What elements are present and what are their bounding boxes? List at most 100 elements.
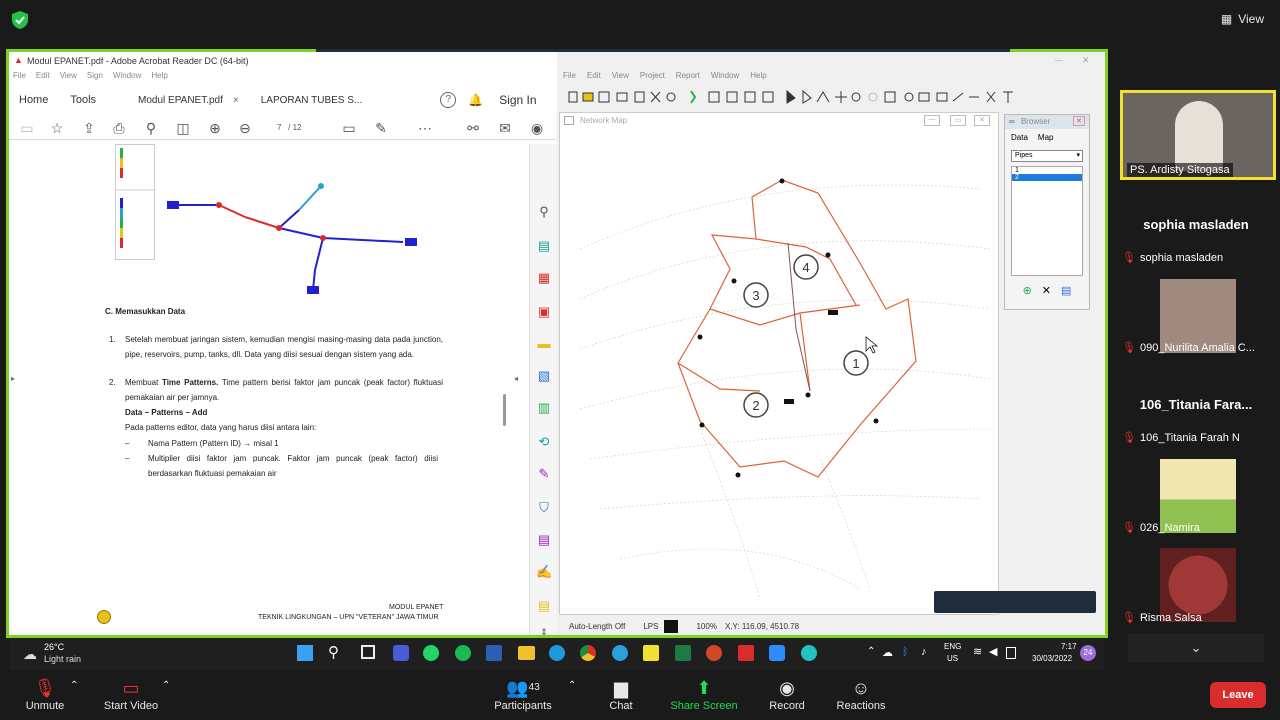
- page-up-icon[interactable]: ⊕: [207, 120, 223, 136]
- microphone-tray-icon[interactable]: ♪: [921, 646, 927, 658]
- epa-menu-file[interactable]: File: [563, 71, 576, 85]
- menu-edit[interactable]: Edit: [36, 71, 50, 85]
- windows-start-icon[interactable]: [297, 645, 313, 661]
- menu-window[interactable]: Window: [113, 71, 141, 85]
- bell-icon[interactable]: 🔔: [468, 93, 483, 107]
- video-options-chevron-icon[interactable]: ⌃: [162, 680, 170, 691]
- close-tab-icon[interactable]: ×: [233, 95, 239, 106]
- upload-icon[interactable]: ⇪: [81, 120, 97, 136]
- pdf-page[interactable]: C. Memasukkan Data 1. Setelah membuat ja…: [9, 144, 529, 635]
- status-auto-length[interactable]: Auto-Length Off: [569, 622, 625, 631]
- browser-item-1[interactable]: 1: [1012, 167, 1082, 174]
- sign-in-button[interactable]: Sign In: [499, 93, 536, 107]
- fill-sign-icon[interactable]: ✎: [536, 466, 552, 482]
- telegram-icon[interactable]: [612, 645, 628, 661]
- stamp-icon[interactable]: ▤: [536, 598, 552, 614]
- audio-options-chevron-icon[interactable]: ⌃: [70, 680, 78, 691]
- browser-category-select[interactable]: Pipes ▾: [1011, 150, 1083, 162]
- tab-home[interactable]: Home: [19, 94, 48, 106]
- tab-document-laporan[interactable]: LAPORAN TUBES S...: [261, 95, 363, 106]
- browser-tab-map[interactable]: Map: [1038, 133, 1054, 142]
- start-video-button[interactable]: ▭ Start Video: [100, 676, 162, 712]
- excel-icon[interactable]: [675, 645, 691, 661]
- weather-desc[interactable]: Light rain: [44, 654, 81, 664]
- help-icon[interactable]: ?: [440, 92, 457, 108]
- browser-close-icon[interactable]: ✕: [1073, 116, 1085, 126]
- reactions-button[interactable]: ☺ Reactions: [834, 676, 888, 712]
- page-down-icon[interactable]: ⊖: [237, 120, 253, 136]
- epa-menu-window[interactable]: Window: [711, 71, 739, 85]
- more-icon[interactable]: ⋯: [417, 120, 433, 136]
- whatsapp-icon[interactable]: [423, 645, 439, 661]
- window-minimize-icon[interactable]: —: [1055, 56, 1063, 65]
- chrome-icon[interactable]: [580, 645, 596, 661]
- compress-pdf-icon[interactable]: ▥: [536, 400, 552, 416]
- keyboard-layout[interactable]: US: [947, 654, 958, 663]
- clock-time[interactable]: 7:17: [1061, 642, 1077, 651]
- view-button[interactable]: ▦ View: [1221, 12, 1264, 26]
- vs-code-icon[interactable]: [393, 645, 409, 661]
- participants-button[interactable]: 👥43 Participants: [492, 676, 554, 712]
- search-icon[interactable]: ⚲: [143, 120, 159, 136]
- chat-button[interactable]: ▆ Chat: [604, 676, 638, 712]
- browser-item-2[interactable]: 2: [1012, 174, 1082, 181]
- battery-icon[interactable]: [1006, 647, 1016, 659]
- left-panel-expand-icon[interactable]: ▸: [11, 374, 15, 383]
- app-taskbar-icon[interactable]: [801, 645, 817, 661]
- map-minimize-icon[interactable]: —: [924, 115, 940, 126]
- map-maximize-icon[interactable]: ▭: [950, 115, 966, 126]
- comment-icon[interactable]: ▭: [341, 120, 357, 136]
- menu-help[interactable]: Help: [151, 71, 167, 85]
- notification-badge[interactable]: 24: [1080, 645, 1096, 661]
- comment-tool-icon[interactable]: ▬: [536, 336, 552, 352]
- epa-menu-edit[interactable]: Edit: [587, 71, 601, 85]
- spotify-icon[interactable]: [455, 645, 471, 661]
- share-screen-button[interactable]: ⬆ Share Screen: [668, 676, 740, 712]
- onedrive-icon[interactable]: ☁: [882, 646, 893, 659]
- epa-menu-view[interactable]: View: [612, 71, 629, 85]
- mail-icon[interactable]: ✉: [497, 120, 513, 136]
- screenshot-icon[interactable]: ◫: [175, 120, 191, 136]
- convert-icon[interactable]: ⟲: [536, 434, 552, 450]
- browser-tab-data[interactable]: Data: [1011, 133, 1028, 142]
- window-close-icon[interactable]: ✕: [1082, 55, 1090, 66]
- tab-document-modul-epanet[interactable]: Modul EPANET.pdf: [138, 95, 223, 106]
- word-icon[interactable]: [486, 645, 502, 661]
- print-icon[interactable]: ⎙: [111, 120, 127, 136]
- unmute-button[interactable]: 🎙 Unmute: [22, 676, 68, 712]
- epa-menu-help[interactable]: Help: [750, 71, 766, 85]
- powerpoint-icon[interactable]: [706, 645, 722, 661]
- create-pdf-icon[interactable]: ▣: [536, 304, 552, 320]
- combine-files-icon[interactable]: ▧: [536, 368, 552, 384]
- account-icon[interactable]: ◉: [529, 120, 545, 136]
- task-view-icon[interactable]: [361, 645, 375, 659]
- network-map-canvas[interactable]: 1 2 3 4: [560, 129, 1000, 615]
- file-explorer-icon[interactable]: [518, 646, 535, 660]
- add-object-icon[interactable]: ⊕: [1023, 284, 1032, 297]
- edge-icon[interactable]: [549, 645, 565, 661]
- zoom-taskbar-icon[interactable]: [769, 645, 785, 661]
- tab-tools[interactable]: Tools: [70, 94, 96, 106]
- star-icon[interactable]: ☆: [49, 120, 65, 136]
- network-map-window[interactable]: Network Map — ▭ ✕ 1 2 3 4: [559, 112, 999, 615]
- right-panel-collapse-icon[interactable]: ◂: [514, 374, 518, 383]
- leave-meeting-button[interactable]: Leave: [1210, 682, 1266, 708]
- zoom-tool-icon[interactable]: ⚲: [536, 204, 552, 220]
- menu-view[interactable]: View: [60, 71, 77, 85]
- page-number[interactable]: 7 / 12: [277, 123, 301, 132]
- record-button[interactable]: ◉ Record: [766, 676, 808, 712]
- participants-options-chevron-icon[interactable]: ⌃: [568, 680, 576, 691]
- wifi-icon[interactable]: ≋: [973, 645, 982, 658]
- epa-menu-report[interactable]: Report: [676, 71, 700, 85]
- request-signature-icon[interactable]: ✍: [536, 564, 552, 580]
- edit-object-icon[interactable]: ▤: [1061, 284, 1071, 297]
- share-controls-overlay[interactable]: [934, 591, 1096, 613]
- browser-item-list[interactable]: 1 2: [1011, 166, 1083, 276]
- bluetooth-icon[interactable]: ᛒ: [902, 646, 909, 658]
- clock-date[interactable]: 30/03/2022: [1032, 654, 1072, 663]
- edit-pdf-icon[interactable]: ▤: [536, 532, 552, 548]
- acrobat-taskbar-icon[interactable]: [738, 645, 754, 661]
- weather-temp[interactable]: 26°C: [44, 642, 64, 652]
- share-link-icon[interactable]: ⚯: [465, 120, 481, 136]
- epa-menu-project[interactable]: Project: [640, 71, 665, 85]
